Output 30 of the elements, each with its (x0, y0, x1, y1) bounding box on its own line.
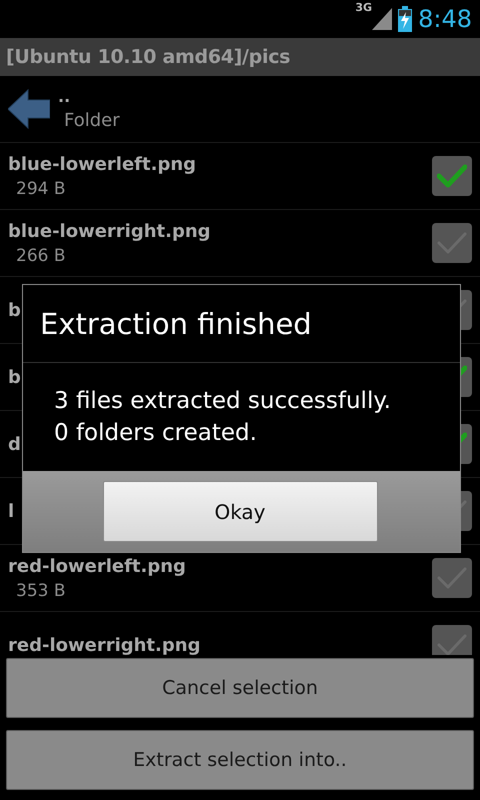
checkbox[interactable] (432, 558, 472, 598)
file-name: blue-lowerright.png (8, 220, 211, 242)
file-name: red-lowerright.png (8, 634, 200, 655)
back-arrow-icon (8, 89, 50, 129)
entry-type: Folder (64, 110, 120, 131)
action-button[interactable]: Cancel selection (6, 658, 474, 718)
battery-charging-icon (398, 6, 412, 32)
file-size: 294 B (16, 178, 66, 198)
checkbox[interactable] (432, 625, 472, 655)
file-size: 266 B (16, 246, 66, 266)
okay-button[interactable]: Okay (102, 481, 378, 542)
path-title: [Ubuntu 10.10 amd64]/pics (6, 46, 290, 68)
file-name: red-lowerleft.png (8, 556, 186, 576)
clock-time: 8:48 (418, 5, 472, 33)
file-name: l (8, 500, 14, 522)
checkmark-icon (437, 164, 467, 188)
file-name: b (8, 300, 21, 320)
checkmark-icon (437, 633, 467, 655)
dialog-message: 3 files extracted successfully. 0 folders created. (54, 387, 391, 448)
file-name: blue-lowerleft.png (8, 154, 196, 174)
checkbox[interactable] (432, 223, 472, 263)
action-button[interactable]: Extract selection into.. (6, 730, 474, 790)
dialog-title: Extraction finished (40, 306, 312, 340)
network-type: 3G (355, 2, 372, 13)
file-size: 353 B (16, 580, 66, 600)
parent-folder-name: .. (58, 87, 70, 106)
signal-icon (372, 8, 392, 30)
file-name: d (8, 434, 21, 454)
checkbox[interactable] (432, 156, 472, 196)
file-name: b (8, 366, 21, 388)
